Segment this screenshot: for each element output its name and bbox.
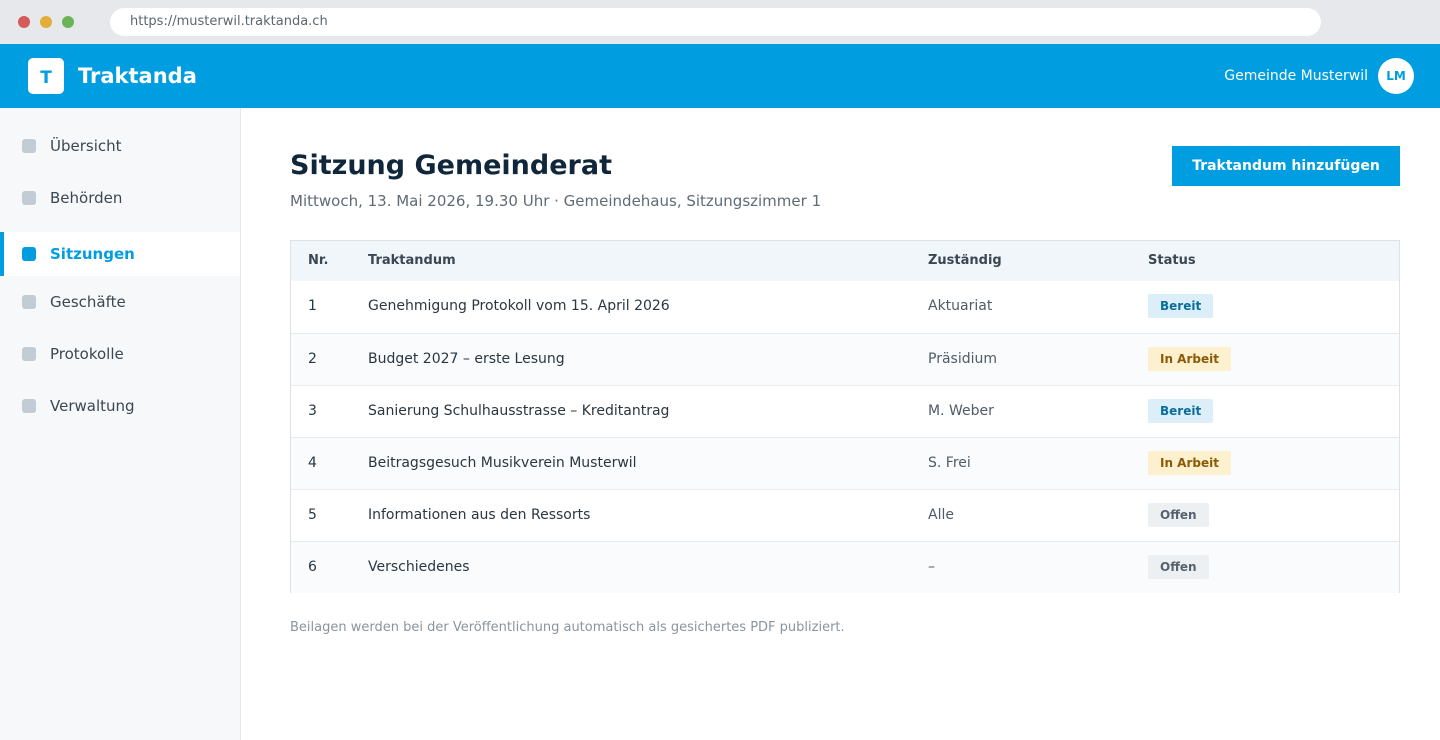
column-header-nr[interactable]: Nr. — [308, 253, 328, 269]
address-bar[interactable]: https://musterwil.traktanda.ch — [110, 8, 1321, 36]
square-icon — [22, 347, 36, 361]
table-row[interactable]: 1 Genehmigung Protokoll vom 15. April 20… — [291, 281, 1399, 333]
status-badge: Bereit — [1148, 294, 1214, 318]
status-badge: In Arbeit — [1148, 347, 1231, 371]
row-number: 4 — [308, 455, 317, 471]
traktanden-table: Nr. Traktandum Zuständig Status 1 Genehm… — [290, 240, 1400, 593]
row-zustaendig: – — [928, 559, 935, 575]
row-number: 2 — [308, 351, 317, 367]
table-row[interactable]: 5 Informationen aus den Ressorts Alle Of… — [291, 489, 1399, 541]
app-header: T Traktanda Gemeinde Musterwil LM — [0, 44, 1440, 108]
add-traktandum-button[interactable]: Traktandum hinzufügen — [1172, 146, 1400, 186]
footnote: Beilagen werden bei der Veröffentlichung… — [290, 620, 845, 635]
sidebar-item-label: Behörden — [50, 189, 123, 207]
status-badge: Bereit — [1148, 399, 1214, 423]
row-traktandum[interactable]: Sanierung Schulhausstrasse – Kreditantra… — [368, 402, 669, 420]
logo-icon[interactable]: T — [28, 58, 64, 94]
table-row[interactable]: 3 Sanierung Schulhausstrasse – Kreditant… — [291, 385, 1399, 437]
meeting-details: Mittwoch, 13. Mai 2026, 19.30 Uhr · Geme… — [290, 192, 822, 210]
table-row[interactable]: 2 Budget 2027 – erste Lesung Präsidium I… — [291, 333, 1399, 385]
status-badge: Offen — [1148, 503, 1209, 527]
sidebar-item-label: Protokolle — [50, 345, 124, 363]
row-zustaendig: Aktuariat — [928, 298, 993, 314]
status-badge: Offen — [1148, 555, 1209, 579]
sidebar-item-label: Geschäfte — [50, 293, 126, 311]
sidebar-item-verwaltung[interactable]: Verwaltung — [0, 384, 240, 428]
sidebar-item-protokolle[interactable]: Protokolle — [0, 332, 240, 376]
square-icon — [22, 295, 36, 309]
minimize-window-icon[interactable] — [40, 16, 52, 28]
browser-chrome: https://musterwil.traktanda.ch — [0, 0, 1440, 44]
maximize-window-icon[interactable] — [62, 16, 74, 28]
sidebar-item-geschaefte[interactable]: Geschäfte — [0, 280, 240, 324]
page-title: Sitzung Gemeinderat — [290, 150, 612, 181]
app-name[interactable]: Traktanda — [78, 62, 197, 90]
row-traktandum[interactable]: Beitragsgesuch Musikverein Musterwil — [368, 454, 637, 472]
sidebar-item-uebersicht[interactable]: Übersicht — [0, 124, 240, 168]
column-header-traktandum[interactable]: Traktandum — [368, 253, 456, 269]
row-zustaendig: M. Weber — [928, 403, 994, 419]
sidebar: Übersicht Behörden Sitzungen Geschäfte P… — [0, 108, 241, 740]
sidebar-item-label: Sitzungen — [50, 245, 135, 263]
row-traktandum[interactable]: Budget 2027 – erste Lesung — [368, 350, 565, 368]
close-window-icon[interactable] — [18, 16, 30, 28]
sidebar-item-sitzungen[interactable]: Sitzungen — [0, 232, 240, 276]
column-header-zustaendig[interactable]: Zuständig — [928, 253, 1002, 269]
table-header: Nr. Traktandum Zuständig Status — [291, 241, 1399, 281]
sidebar-item-label: Übersicht — [50, 137, 122, 155]
user-avatar[interactable]: LM — [1378, 58, 1414, 94]
row-zustaendig: Präsidium — [928, 351, 998, 367]
square-icon — [22, 399, 36, 413]
row-traktandum[interactable]: Verschiedenes — [368, 558, 470, 576]
org-name: Gemeinde Musterwil — [1224, 68, 1368, 84]
row-zustaendig: S. Frei — [928, 455, 971, 471]
row-traktandum[interactable]: Genehmigung Protokoll vom 15. April 2026 — [368, 297, 670, 315]
square-icon — [22, 139, 36, 153]
table-row[interactable]: 6 Verschiedenes – Offen — [291, 541, 1399, 593]
sidebar-item-behoerden[interactable]: Behörden — [0, 176, 240, 220]
row-traktandum[interactable]: Informationen aus den Ressorts — [368, 506, 590, 524]
square-icon — [22, 247, 36, 261]
square-icon — [22, 191, 36, 205]
status-badge: In Arbeit — [1148, 451, 1231, 475]
row-number: 6 — [308, 559, 317, 575]
row-number: 3 — [308, 403, 317, 419]
row-number: 5 — [308, 507, 317, 523]
row-zustaendig: Alle — [928, 507, 954, 523]
row-number: 1 — [308, 298, 317, 314]
column-header-status[interactable]: Status — [1148, 253, 1196, 269]
table-row[interactable]: 4 Beitragsgesuch Musikverein Musterwil S… — [291, 437, 1399, 489]
sidebar-item-label: Verwaltung — [50, 397, 135, 415]
